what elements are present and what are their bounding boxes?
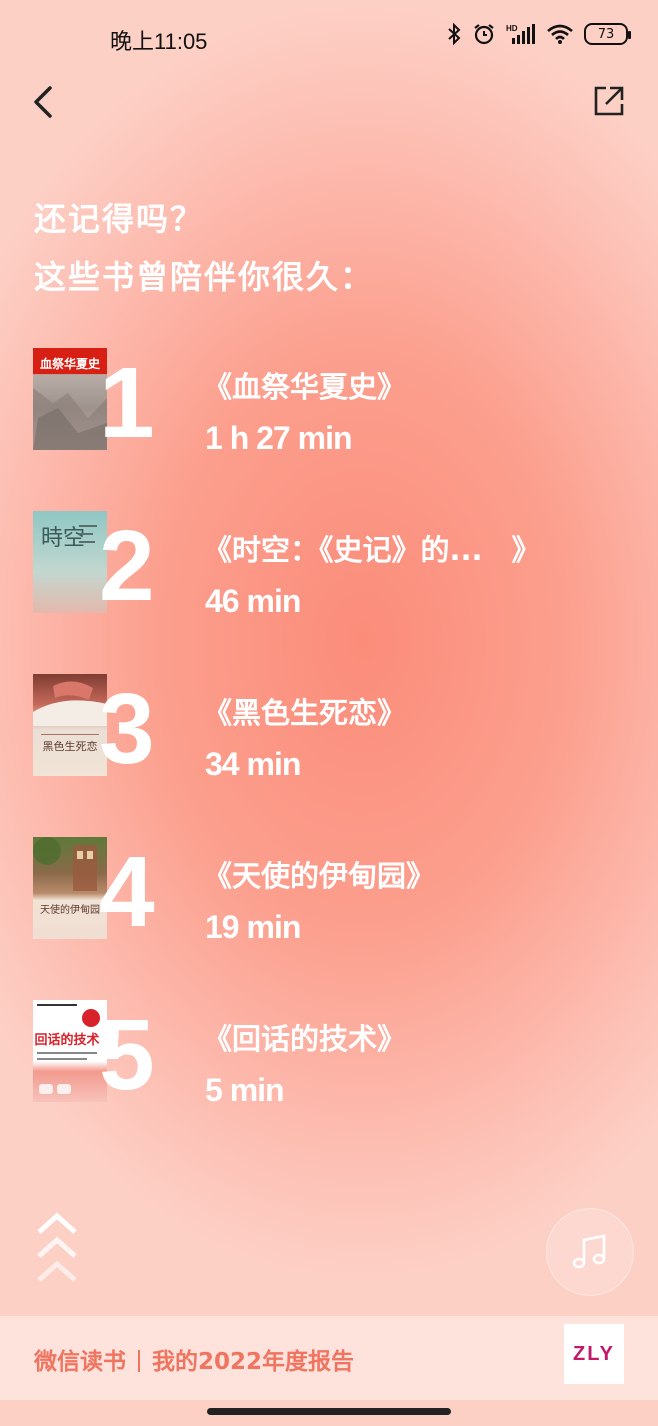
cover-title: 黑色生死恋: [43, 739, 98, 753]
back-button[interactable]: [28, 84, 64, 120]
headline: 还记得吗？ 这些书曾陪伴你很久：: [34, 190, 374, 306]
footer: 微信读书 我的2022年度报告 ZLY: [0, 1316, 658, 1400]
home-indicator[interactable]: [207, 1408, 451, 1415]
book-cover[interactable]: 天使的伊甸园: [33, 837, 107, 939]
book-item-1[interactable]: 血祭华夏史 1 《血祭华夏史》 1 h 27 min: [33, 347, 643, 511]
book-item-5[interactable]: 回话的技术 5 《回话的技术》 5 min: [33, 999, 643, 1163]
share-button[interactable]: [592, 84, 626, 118]
rank-number: 1: [99, 347, 155, 459]
reading-duration: 1 h 27 min: [205, 420, 352, 456]
music-toggle-button[interactable]: [546, 1208, 634, 1296]
svg-text:HD: HD: [506, 24, 518, 33]
reading-duration: 19 min: [205, 909, 301, 945]
scroll-up-button[interactable]: [36, 1212, 78, 1288]
app-name: 微信读书: [34, 1349, 126, 1375]
user-logo: ZLY: [564, 1324, 624, 1384]
rank-number: 4: [99, 836, 155, 948]
battery-icon: 73: [584, 23, 631, 45]
book-title: 《血祭华夏史》: [203, 370, 407, 404]
rank-number: 2: [99, 510, 155, 622]
rank-number: 5: [99, 999, 155, 1111]
wifi-icon: [547, 24, 573, 44]
book-title: 《时空：《史记》的... 》: [203, 533, 541, 567]
book-item-3[interactable]: 黑色生死恋 3 《黑色生死恋》 34 min: [33, 673, 643, 837]
cover-title: 血祭华夏史: [40, 356, 101, 371]
rank-number: 3: [99, 673, 155, 785]
battery-level: 73: [597, 26, 615, 42]
book-title: 《黑色生死恋》: [203, 696, 407, 730]
book-list: 血祭华夏史 1 《血祭华夏史》 1 h 27 min 時空 2 《时空：《史记》…: [33, 347, 643, 1163]
cover-title: 天使的伊甸园: [40, 903, 100, 916]
headline-line-1: 还记得吗？: [34, 200, 205, 238]
cover-title: 回话的技术: [34, 1032, 99, 1048]
music-note-icon: [572, 1234, 606, 1269]
reading-duration: 46 min: [205, 583, 301, 619]
book-item-4[interactable]: 天使的伊甸园 4 《天使的伊甸园》 19 min: [33, 836, 643, 1000]
alarm-icon: [474, 24, 494, 45]
reading-duration: 34 min: [205, 746, 301, 782]
footer-text: 微信读书 我的2022年度报告: [34, 1342, 354, 1376]
status-time: 晚上11:05: [110, 29, 208, 54]
book-title: 《回话的技术》: [203, 1022, 407, 1056]
share-external-icon: [594, 86, 624, 116]
reading-duration: 5 min: [205, 1072, 285, 1108]
footer-divider: [138, 1350, 140, 1372]
book-cover[interactable]: 黑色生死恋: [33, 674, 107, 776]
headline-line-2: 这些书曾陪伴你很久：: [34, 258, 375, 296]
cellular-signal-icon: HD: [506, 24, 535, 44]
report-title: 我的2022年度报告: [152, 1349, 355, 1375]
status-icons: HD 73: [446, 22, 631, 46]
triple-chevron-up-icon: [37, 1212, 77, 1282]
book-item-2[interactable]: 時空 2 《时空：《史记》的... 》 46 min: [33, 510, 643, 674]
book-title: 《天使的伊甸园》: [203, 859, 436, 893]
book-cover[interactable]: 回话的技术: [33, 1000, 107, 1102]
book-cover[interactable]: 血祭华夏史: [33, 348, 107, 450]
book-cover[interactable]: 時空: [33, 511, 107, 613]
bluetooth-icon: [448, 22, 461, 46]
logo-text: ZLY: [573, 1342, 615, 1365]
cover-title: 時空: [41, 526, 85, 551]
chevron-left-icon: [34, 86, 52, 118]
status-bar: 晚上11:05 HD 73: [0, 0, 658, 76]
